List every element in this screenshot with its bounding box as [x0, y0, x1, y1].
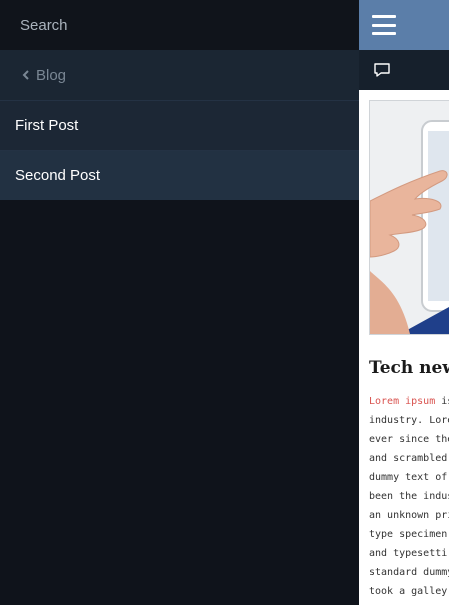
chevron-left-icon	[22, 70, 29, 80]
search-bar	[0, 0, 359, 50]
post-body-line: and scrambled	[369, 453, 448, 464]
post-body-line: dummy text of	[369, 472, 448, 483]
post-body: Lorem ipsum is industry. Lore ever since…	[369, 392, 449, 601]
app-root: Blog First Post Second Post	[0, 0, 449, 605]
comments-bar	[359, 50, 449, 90]
post-title: Tech new	[369, 358, 449, 378]
back-to-blog-button[interactable]: Blog	[0, 50, 359, 100]
tablet-hand-photo	[370, 101, 449, 334]
post-image	[369, 100, 449, 335]
post-body-line: Lorem ipsum is	[369, 396, 449, 407]
back-label: Blog	[36, 66, 67, 84]
post-body-line: and typesetti	[369, 548, 448, 559]
menu-item-label: Second Post	[15, 167, 101, 184]
menu-item-first-post[interactable]: First Post	[0, 100, 359, 150]
post-body-line: standard dummy	[369, 567, 449, 578]
post-body-line: an unknown pri	[369, 510, 449, 521]
main-content: Tech new Lorem ipsum is industry. Lore e…	[359, 0, 449, 605]
menu-item-second-post[interactable]: Second Post	[0, 150, 359, 200]
comment-icon[interactable]	[373, 62, 391, 78]
post-body-line: took a galley	[369, 586, 448, 597]
search-input[interactable]	[20, 16, 320, 34]
post-body-line: type specimen	[369, 529, 448, 540]
post-body-lead[interactable]: Lorem ipsum	[369, 396, 435, 407]
post-body-line: been the indus	[369, 491, 449, 502]
menu-item-label: First Post	[15, 117, 79, 134]
hamburger-menu-icon[interactable]	[372, 15, 396, 35]
navigation-drawer: Blog First Post Second Post	[0, 0, 359, 605]
post-body-line: ever since the	[369, 434, 449, 445]
top-app-bar	[359, 0, 449, 50]
post-body-line: industry. Lore	[369, 415, 449, 426]
